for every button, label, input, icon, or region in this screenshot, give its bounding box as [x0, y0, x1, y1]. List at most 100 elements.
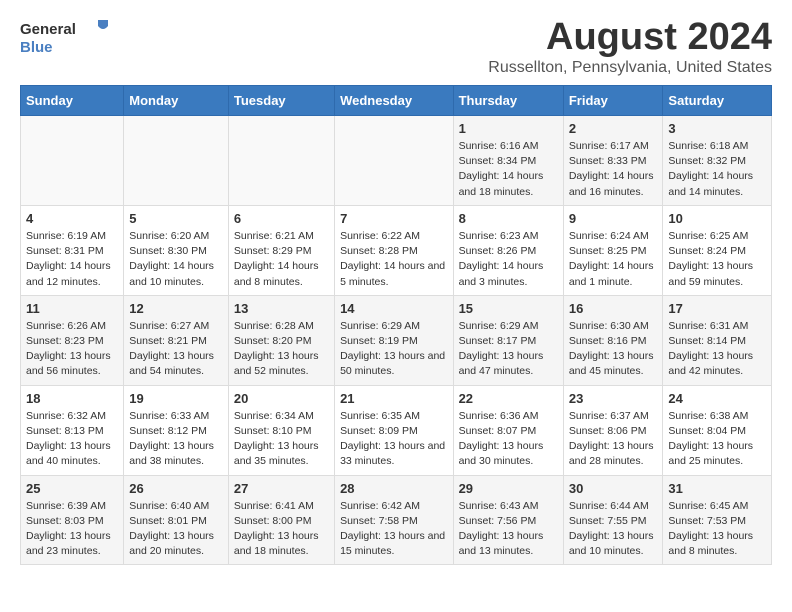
cell-4-1: 18 Sunrise: 6:32 AM Sunset: 8:13 PM Dayl… [21, 385, 124, 475]
day-number: 30 [569, 481, 658, 496]
cell-1-7: 3 Sunrise: 6:18 AM Sunset: 8:32 PM Dayli… [663, 116, 772, 206]
day-info: Sunrise: 6:28 AM Sunset: 8:20 PM Dayligh… [234, 319, 329, 380]
day-number: 14 [340, 301, 447, 316]
day-number: 31 [668, 481, 766, 496]
day-info: Sunrise: 6:24 AM Sunset: 8:25 PM Dayligh… [569, 229, 658, 290]
day-info: Sunrise: 6:30 AM Sunset: 8:16 PM Dayligh… [569, 319, 658, 380]
cell-2-4: 7 Sunrise: 6:22 AM Sunset: 8:28 PM Dayli… [335, 205, 453, 295]
cell-4-3: 20 Sunrise: 6:34 AM Sunset: 8:10 PM Dayl… [228, 385, 334, 475]
day-number: 25 [26, 481, 118, 496]
day-number: 23 [569, 391, 658, 406]
day-number: 10 [668, 211, 766, 226]
cell-5-7: 31 Sunrise: 6:45 AM Sunset: 7:53 PM Dayl… [663, 475, 772, 565]
day-number: 1 [459, 121, 558, 136]
day-number: 9 [569, 211, 658, 226]
day-number: 21 [340, 391, 447, 406]
day-info: Sunrise: 6:21 AM Sunset: 8:29 PM Dayligh… [234, 229, 329, 290]
cell-3-4: 14 Sunrise: 6:29 AM Sunset: 8:19 PM Dayl… [335, 295, 453, 385]
day-info: Sunrise: 6:42 AM Sunset: 7:58 PM Dayligh… [340, 499, 447, 560]
day-number: 19 [129, 391, 223, 406]
day-info: Sunrise: 6:34 AM Sunset: 8:10 PM Dayligh… [234, 409, 329, 470]
cell-5-6: 30 Sunrise: 6:44 AM Sunset: 7:55 PM Dayl… [563, 475, 663, 565]
title-area: August 2024 Russellton, Pennsylvania, Un… [488, 16, 772, 77]
day-info: Sunrise: 6:16 AM Sunset: 8:34 PM Dayligh… [459, 139, 558, 200]
cell-3-5: 15 Sunrise: 6:29 AM Sunset: 8:17 PM Dayl… [453, 295, 563, 385]
day-info: Sunrise: 6:32 AM Sunset: 8:13 PM Dayligh… [26, 409, 118, 470]
day-number: 27 [234, 481, 329, 496]
cell-3-3: 13 Sunrise: 6:28 AM Sunset: 8:20 PM Dayl… [228, 295, 334, 385]
cell-3-6: 16 Sunrise: 6:30 AM Sunset: 8:16 PM Dayl… [563, 295, 663, 385]
day-info: Sunrise: 6:17 AM Sunset: 8:33 PM Dayligh… [569, 139, 658, 200]
day-number: 20 [234, 391, 329, 406]
cell-5-2: 26 Sunrise: 6:40 AM Sunset: 8:01 PM Dayl… [124, 475, 229, 565]
day-number: 24 [668, 391, 766, 406]
day-info: Sunrise: 6:26 AM Sunset: 8:23 PM Dayligh… [26, 319, 118, 380]
cell-5-3: 27 Sunrise: 6:41 AM Sunset: 8:00 PM Dayl… [228, 475, 334, 565]
cell-4-7: 24 Sunrise: 6:38 AM Sunset: 8:04 PM Dayl… [663, 385, 772, 475]
week-row-3: 11 Sunrise: 6:26 AM Sunset: 8:23 PM Dayl… [21, 295, 772, 385]
calendar-table: Sunday Monday Tuesday Wednesday Thursday… [20, 85, 772, 565]
day-number: 8 [459, 211, 558, 226]
cell-5-1: 25 Sunrise: 6:39 AM Sunset: 8:03 PM Dayl… [21, 475, 124, 565]
cell-2-5: 8 Sunrise: 6:23 AM Sunset: 8:26 PM Dayli… [453, 205, 563, 295]
col-friday: Friday [563, 86, 663, 116]
day-info: Sunrise: 6:22 AM Sunset: 8:28 PM Dayligh… [340, 229, 447, 290]
day-number: 13 [234, 301, 329, 316]
cell-1-5: 1 Sunrise: 6:16 AM Sunset: 8:34 PM Dayli… [453, 116, 563, 206]
logo-svg: General Blue [20, 16, 110, 56]
day-number: 11 [26, 301, 118, 316]
day-number: 26 [129, 481, 223, 496]
day-info: Sunrise: 6:35 AM Sunset: 8:09 PM Dayligh… [340, 409, 447, 470]
header: General Blue August 2024 Russellton, Pen… [20, 16, 772, 77]
day-info: Sunrise: 6:25 AM Sunset: 8:24 PM Dayligh… [668, 229, 766, 290]
cell-5-4: 28 Sunrise: 6:42 AM Sunset: 7:58 PM Dayl… [335, 475, 453, 565]
cell-1-1 [21, 116, 124, 206]
main-title: August 2024 [488, 16, 772, 59]
day-info: Sunrise: 6:37 AM Sunset: 8:06 PM Dayligh… [569, 409, 658, 470]
day-info: Sunrise: 6:38 AM Sunset: 8:04 PM Dayligh… [668, 409, 766, 470]
day-info: Sunrise: 6:36 AM Sunset: 8:07 PM Dayligh… [459, 409, 558, 470]
day-number: 28 [340, 481, 447, 496]
day-info: Sunrise: 6:20 AM Sunset: 8:30 PM Dayligh… [129, 229, 223, 290]
day-number: 12 [129, 301, 223, 316]
col-sunday: Sunday [21, 86, 124, 116]
cell-4-2: 19 Sunrise: 6:33 AM Sunset: 8:12 PM Dayl… [124, 385, 229, 475]
day-info: Sunrise: 6:43 AM Sunset: 7:56 PM Dayligh… [459, 499, 558, 560]
day-info: Sunrise: 6:31 AM Sunset: 8:14 PM Dayligh… [668, 319, 766, 380]
day-number: 5 [129, 211, 223, 226]
subtitle: Russellton, Pennsylvania, United States [488, 59, 772, 77]
day-info: Sunrise: 6:27 AM Sunset: 8:21 PM Dayligh… [129, 319, 223, 380]
day-number: 4 [26, 211, 118, 226]
cell-4-5: 22 Sunrise: 6:36 AM Sunset: 8:07 PM Dayl… [453, 385, 563, 475]
cell-2-6: 9 Sunrise: 6:24 AM Sunset: 8:25 PM Dayli… [563, 205, 663, 295]
col-wednesday: Wednesday [335, 86, 453, 116]
svg-text:Blue: Blue [20, 39, 53, 56]
week-row-5: 25 Sunrise: 6:39 AM Sunset: 8:03 PM Dayl… [21, 475, 772, 565]
col-tuesday: Tuesday [228, 86, 334, 116]
svg-text:General: General [20, 21, 76, 38]
day-info: Sunrise: 6:44 AM Sunset: 7:55 PM Dayligh… [569, 499, 658, 560]
cell-5-5: 29 Sunrise: 6:43 AM Sunset: 7:56 PM Dayl… [453, 475, 563, 565]
day-number: 2 [569, 121, 658, 136]
calendar-body: 1 Sunrise: 6:16 AM Sunset: 8:34 PM Dayli… [21, 116, 772, 565]
day-info: Sunrise: 6:29 AM Sunset: 8:17 PM Dayligh… [459, 319, 558, 380]
cell-3-1: 11 Sunrise: 6:26 AM Sunset: 8:23 PM Dayl… [21, 295, 124, 385]
cell-1-4 [335, 116, 453, 206]
col-thursday: Thursday [453, 86, 563, 116]
day-number: 6 [234, 211, 329, 226]
col-monday: Monday [124, 86, 229, 116]
cell-2-2: 5 Sunrise: 6:20 AM Sunset: 8:30 PM Dayli… [124, 205, 229, 295]
day-number: 15 [459, 301, 558, 316]
day-info: Sunrise: 6:29 AM Sunset: 8:19 PM Dayligh… [340, 319, 447, 380]
cell-3-2: 12 Sunrise: 6:27 AM Sunset: 8:21 PM Dayl… [124, 295, 229, 385]
week-row-4: 18 Sunrise: 6:32 AM Sunset: 8:13 PM Dayl… [21, 385, 772, 475]
cell-3-7: 17 Sunrise: 6:31 AM Sunset: 8:14 PM Dayl… [663, 295, 772, 385]
cell-1-6: 2 Sunrise: 6:17 AM Sunset: 8:33 PM Dayli… [563, 116, 663, 206]
cell-4-6: 23 Sunrise: 6:37 AM Sunset: 8:06 PM Dayl… [563, 385, 663, 475]
week-row-2: 4 Sunrise: 6:19 AM Sunset: 8:31 PM Dayli… [21, 205, 772, 295]
day-number: 18 [26, 391, 118, 406]
day-info: Sunrise: 6:40 AM Sunset: 8:01 PM Dayligh… [129, 499, 223, 560]
day-info: Sunrise: 6:39 AM Sunset: 8:03 PM Dayligh… [26, 499, 118, 560]
week-row-1: 1 Sunrise: 6:16 AM Sunset: 8:34 PM Dayli… [21, 116, 772, 206]
day-info: Sunrise: 6:18 AM Sunset: 8:32 PM Dayligh… [668, 139, 766, 200]
